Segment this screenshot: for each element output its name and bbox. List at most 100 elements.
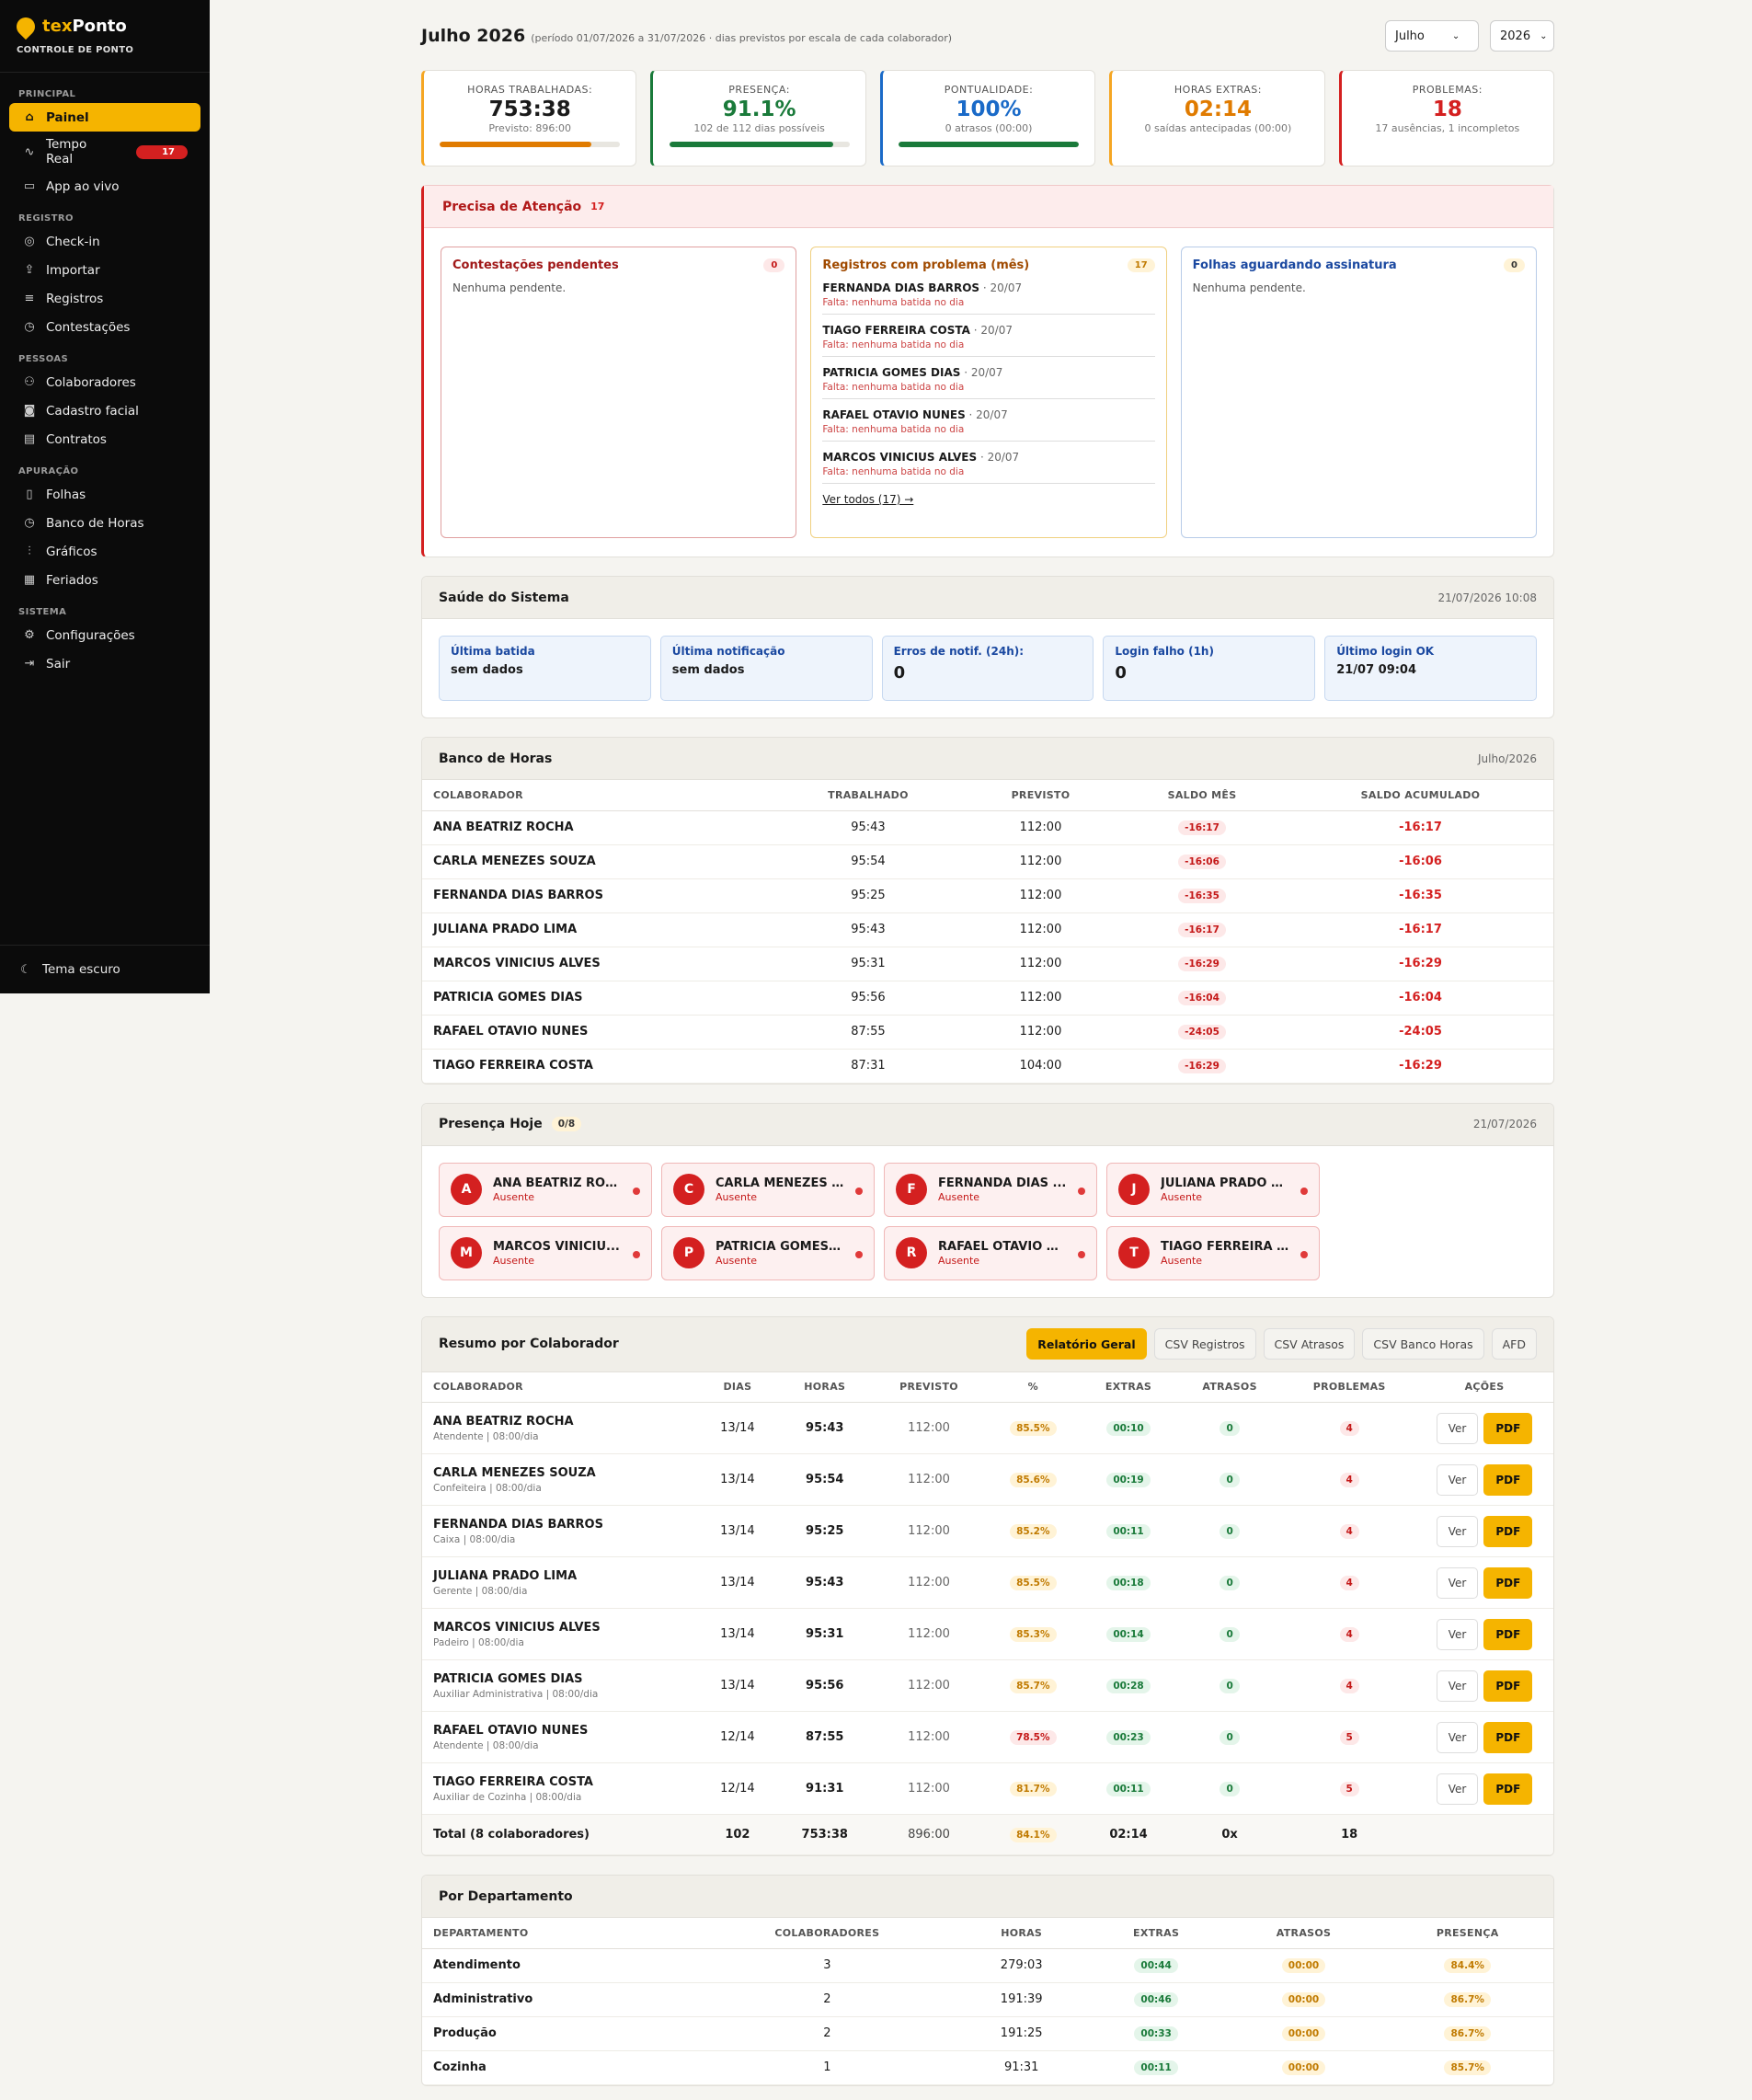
export-button-csv-registros[interactable]: CSV Registros (1153, 1328, 1256, 1360)
month-select[interactable]: Julho ⌄ (1385, 20, 1479, 52)
presence-card-item[interactable]: F FERNANDA DIAS ... Ausente (884, 1162, 1097, 1217)
view-button[interactable]: Ver (1436, 1412, 1479, 1444)
health-box: Última batida sem dados (439, 636, 651, 701)
problems-badge: 4 (1339, 1678, 1359, 1693)
health-box: Erros de notif. (24h): 0 (881, 636, 1094, 701)
problem-record[interactable]: TIAGO FERREIRA COSTA · 20/07 Falta: nenhu… (822, 315, 1155, 357)
sidebar-item-label: Feriados (46, 572, 98, 588)
extras-cell: 00:14 (1081, 1608, 1176, 1660)
sidebar-item-importar[interactable]: ⇪ Importar (9, 256, 200, 284)
actions-cell: Ver PDF (1415, 1659, 1553, 1712)
problem-date: · 20/07 (960, 366, 1003, 379)
view-button[interactable]: Ver (1436, 1773, 1479, 1805)
problem-record[interactable]: MARCOS VINICIUS ALVES · 20/07 Falta: nenh… (822, 442, 1155, 484)
export-button-afd[interactable]: AFD (1491, 1328, 1537, 1360)
sidebar-item-sair[interactable]: ⇥ Sair (9, 649, 200, 678)
expected-hours: 112:00 (964, 810, 1117, 845)
kpi-progress-fill (440, 142, 591, 147)
view-all-link[interactable]: Ver todos (17) → (822, 493, 913, 506)
sidebar-item-folhas[interactable]: ▯ Folhas (9, 480, 200, 509)
presence-card-item[interactable]: R RAFAEL OTAVIO N... Ausente (884, 1225, 1097, 1280)
actions-cell: Ver PDF (1415, 1556, 1553, 1609)
gear-icon: ⚙ (24, 628, 35, 642)
sidebar-item-configura-es[interactable]: ⚙ Configurações (9, 621, 200, 649)
sidebar-item-contratos[interactable]: ▤ Contratos (9, 425, 200, 453)
pdf-button[interactable]: PDF (1483, 1412, 1533, 1444)
pdf-button[interactable]: PDF (1483, 1670, 1533, 1702)
hours-cell: 95:31 (776, 1608, 873, 1660)
pdf-button[interactable]: PDF (1483, 1515, 1533, 1547)
problem-record[interactable]: RAFAEL OTAVIO NUNES · 20/07 Falta: nenhum… (822, 399, 1155, 442)
export-button-relat-rio-geral[interactable]: Relatório Geral (1026, 1328, 1147, 1360)
sidebar-item-painel[interactable]: ⌂ Painel (9, 103, 200, 132)
pdf-button[interactable]: PDF (1483, 1773, 1533, 1805)
delays-badge: 0 (1220, 1781, 1240, 1796)
pdf-button[interactable]: PDF (1483, 1618, 1533, 1650)
delays-cell: 0 (1175, 1762, 1284, 1815)
employee-name: ANA BEATRIZ ROCHA (433, 1414, 574, 1429)
employee-cell: PATRICIA GOMES DIAS Auxiliar Administrati… (422, 1659, 698, 1712)
year-select[interactable]: 2026 ⌄ (1490, 20, 1554, 52)
monitor-icon: ▭ (23, 179, 36, 193)
column-header: HORAS (776, 1371, 873, 1403)
department-hours: 191:25 (956, 2016, 1087, 2051)
table-row: Atendimento 3 279:03 00:44 00:00 84.4% (422, 1948, 1553, 1983)
expected-hours: 112:00 (964, 1015, 1117, 1050)
presence-card-item[interactable]: T TIAGO FERREIRA ... Ausente (1106, 1225, 1320, 1280)
employee-name: TIAGO FERREIRA COSTA (422, 1049, 772, 1084)
view-button[interactable]: Ver (1436, 1670, 1479, 1702)
pdf-button[interactable]: PDF (1483, 1463, 1533, 1496)
pdf-button[interactable]: PDF (1483, 1566, 1533, 1599)
sidebar-item-registros[interactable]: ≡ Registros (9, 284, 200, 313)
export-button-csv-banco-horas[interactable]: CSV Banco Horas (1362, 1328, 1484, 1360)
percent-cell: 85.5% (985, 1556, 1082, 1609)
status-dot-icon (1300, 1187, 1308, 1195)
kpi-subtext: 0 atrasos (00:00) (945, 122, 1033, 134)
nav-section-title: APURAÇÃO (18, 466, 79, 476)
department-presence: 86.7% (1444, 2025, 1491, 2041)
kpi-label: PONTUALIDADE: (944, 84, 1034, 96)
problem-record[interactable]: PATRICIA GOMES DIAS · 20/07 Falta: nenhum… (822, 357, 1155, 399)
view-button[interactable]: Ver (1436, 1515, 1479, 1547)
presence-card-item[interactable]: J JULIANA PRADO L... Ausente (1106, 1162, 1320, 1217)
sidebar-item-tempo-real[interactable]: ∿ Tempo Real 17 (9, 132, 200, 172)
sidebar-item-contesta-es[interactable]: ◷ Contestações (9, 313, 200, 341)
problems-badge: 5 (1339, 1781, 1359, 1796)
employee-role: Atendente | 08:00/dia (433, 1430, 539, 1442)
theme-toggle[interactable]: ☾ Tema escuro (0, 945, 210, 993)
kpi-label: HORAS TRABALHADAS: (467, 84, 593, 96)
sidebar-item-banco-de-horas[interactable]: ◷ Banco de Horas (9, 509, 200, 537)
sidebar-item-cadastro-facial[interactable]: ◙ Cadastro facial (9, 396, 200, 425)
activity-icon: ∿ (24, 144, 35, 159)
presence-card-item[interactable]: A ANA BEATRIZ ROC... Ausente (439, 1162, 652, 1217)
problem-description: Falta: nenhuma batida no dia (822, 297, 965, 308)
problems-badge: 5 (1339, 1729, 1359, 1745)
view-button[interactable]: Ver (1436, 1566, 1479, 1599)
sidebar-item-app-ao-vivo[interactable]: ▭ App ao vivo (9, 172, 200, 201)
delays-cell: 0 (1175, 1659, 1284, 1712)
page-subtitle: (período 01/07/2026 a 31/07/2026 · dias … (531, 31, 953, 44)
view-button[interactable]: Ver (1436, 1463, 1479, 1496)
sidebar-item-gr-ficos[interactable]: ⫶ Gráficos (9, 537, 200, 566)
view-button[interactable]: Ver (1436, 1618, 1479, 1650)
pdf-button[interactable]: PDF (1483, 1721, 1533, 1753)
percent-cell: 81.7% (985, 1762, 1082, 1815)
problems-panel: Registros com problema (mês) 17 FERNANDA … (810, 247, 1167, 538)
presence-name: PATRICIA GOMES ... (716, 1239, 844, 1254)
problems-badge: 4 (1339, 1523, 1359, 1539)
presence-card-item[interactable]: C CARLA MENEZES ... Ausente (661, 1162, 875, 1217)
export-button-csv-atrasos[interactable]: CSV Atrasos (1263, 1328, 1356, 1360)
department-presence-cell: 86.7% (1381, 2016, 1553, 2051)
sidebar-item-feriados[interactable]: ▦ Feriados (9, 566, 200, 594)
sidebar-item-colaboradores[interactable]: ⚇ Colaboradores (9, 368, 200, 396)
problem-record[interactable]: FERNANDA DIAS BARROS · 20/07 Falta: nenhu… (822, 272, 1155, 315)
presence-card-item[interactable]: P PATRICIA GOMES ... Ausente (661, 1225, 875, 1280)
problem-name: PATRICIA GOMES DIAS · 20/07 (822, 366, 1154, 379)
problem-date: · 20/07 (979, 281, 1023, 294)
view-button[interactable]: Ver (1436, 1721, 1479, 1753)
sidebar-item-check-in[interactable]: ◎ Check-in (9, 227, 200, 256)
presence-card-item[interactable]: M MARCOS VINICIU... Ausente (439, 1225, 652, 1280)
column-header: PRESENÇA (1381, 1918, 1553, 1949)
brand-subtitle: CONTROLE DE PONTO (17, 45, 134, 55)
department-title: Por Departamento (439, 1888, 573, 1904)
